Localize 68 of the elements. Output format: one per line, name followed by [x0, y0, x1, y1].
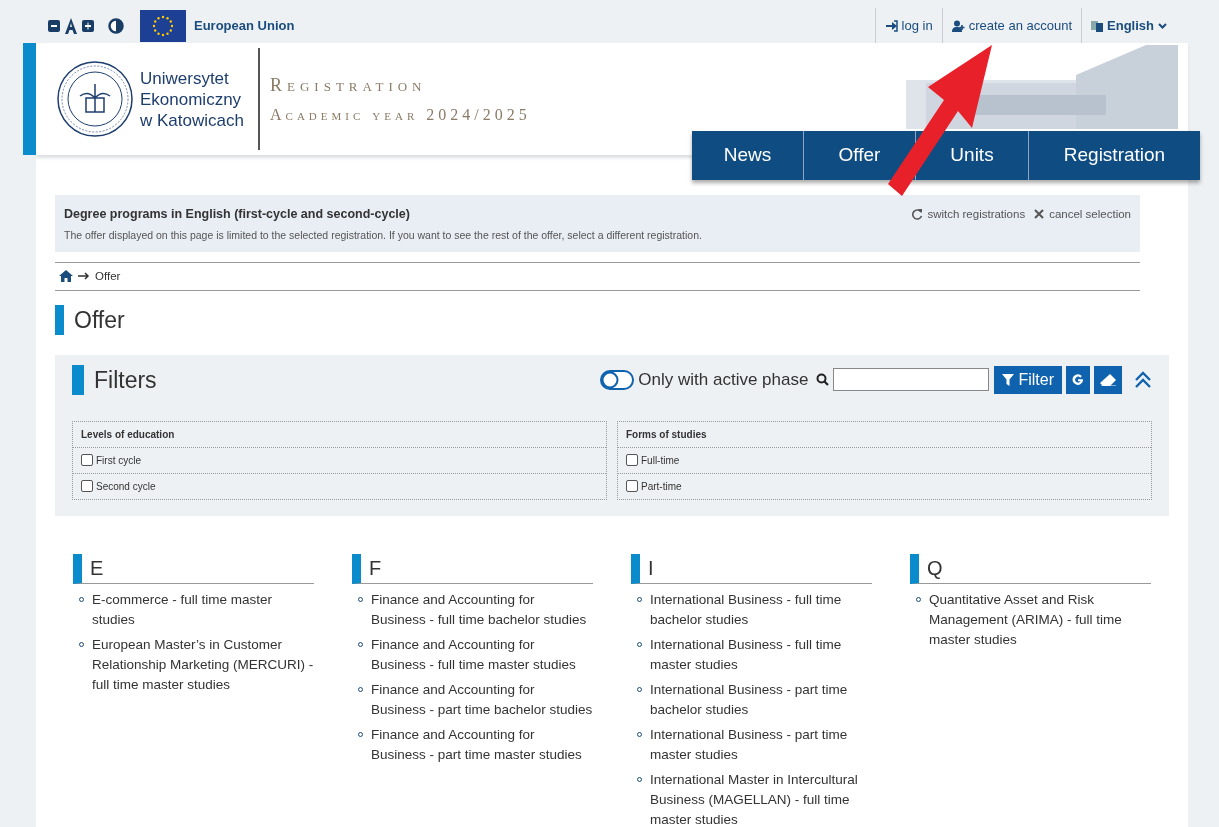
nav-link[interactable]: Registration: [1063, 141, 1166, 170]
close-icon: [1033, 208, 1046, 221]
letter-heading: E: [73, 553, 314, 584]
checkbox[interactable]: [81, 454, 93, 467]
page-title: Offer: [55, 304, 1188, 335]
user-plus-icon: [951, 19, 965, 32]
program-link[interactable]: International Business - part time bachelor studies: [650, 679, 872, 720]
university-name: Uniwersytet Ekonomiczny w Katowicach: [140, 67, 245, 131]
cancel-selection-link[interactable]: cancel selection: [1033, 205, 1131, 224]
program-link[interactable]: Finance and Accounting for Business - full time bachelor studies: [371, 589, 593, 630]
nav-link[interactable]: Offer: [838, 141, 881, 170]
contrast-icon[interactable]: [108, 17, 124, 34]
program-link[interactable]: International Business - part time master studies: [650, 724, 872, 765]
academic-year-subtitle: Academic year 2024/2025: [270, 104, 531, 125]
translate-icon: [1091, 19, 1104, 32]
notice-text: The offer displayed on this page is limited to the selected registration. If you want to see the rest of the offer, select a different registration.: [64, 227, 703, 243]
collapse-icon[interactable]: [1134, 370, 1152, 389]
university-seal-icon: [56, 60, 134, 138]
language-dropdown[interactable]: English: [1091, 15, 1167, 36]
switch-registrations-link[interactable]: switch registrations: [911, 205, 1026, 224]
eraser-icon: [1100, 373, 1116, 386]
filter-group-title: Levels of education: [81, 427, 175, 442]
checkbox-label: Second cycle: [96, 479, 156, 494]
program-link[interactable]: International Master in Intercultural Business (MAGELLAN) - full time master studies: [650, 769, 872, 827]
checkbox-label: Part-time: [641, 479, 682, 494]
filter-group-title: Forms of studies: [626, 427, 707, 442]
clear-button[interactable]: [1094, 365, 1122, 394]
home-icon[interactable]: [59, 270, 73, 283]
caret-icon: [1158, 22, 1167, 29]
funnel-icon: [1002, 373, 1015, 386]
filter-button[interactable]: Filter: [994, 365, 1062, 394]
checkbox[interactable]: [626, 454, 638, 467]
checkbox[interactable]: [626, 480, 638, 493]
program-link[interactable]: Quantitative Asset and Risk Management (ARIMA) - full time master studies: [929, 589, 1151, 650]
search-icon: [816, 373, 830, 387]
letter-heading: F: [352, 553, 593, 584]
search-field[interactable]: [833, 368, 990, 392]
letter-heading: I: [631, 553, 872, 584]
create-account-link[interactable]: create an account: [951, 15, 1073, 36]
nav-link[interactable]: Units: [950, 141, 994, 170]
program-link[interactable]: Finance and Accounting for Business - part time master studies: [371, 724, 593, 765]
program-link[interactable]: International Business - full time master studies: [650, 634, 872, 675]
google-button[interactable]: [1066, 365, 1090, 394]
arrow-right-icon: [78, 272, 90, 281]
program-link[interactable]: International Business - full time bachelor studies: [650, 589, 872, 630]
toggle-switch[interactable]: [600, 369, 635, 390]
program-link[interactable]: Finance and Accounting for Business - part time bachelor studies: [371, 679, 593, 720]
increase-font-icon[interactable]: [82, 19, 94, 32]
decrease-font-icon[interactable]: [48, 19, 60, 32]
program-link[interactable]: Finance and Accounting for Business - full time master studies: [371, 634, 593, 675]
breadcrumb-item[interactable]: Offer: [95, 267, 121, 285]
program-link[interactable]: European Master’s in Customer Relationship Marketing (MERCURI) - full time master studies: [92, 634, 314, 695]
checkbox-label: First cycle: [96, 453, 141, 468]
registration-title: Registration: [270, 73, 428, 97]
login-link[interactable]: log in: [884, 15, 933, 36]
google-icon: [1072, 372, 1084, 387]
letter-heading: Q: [910, 553, 1151, 584]
refresh-icon: [911, 208, 924, 221]
nav-link[interactable]: News: [723, 141, 772, 170]
checkbox[interactable]: [81, 480, 93, 493]
checkbox-label: Full-time: [641, 453, 680, 468]
program-link[interactable]: E-commerce - full time master studies: [92, 589, 314, 630]
eu-label: European Union: [194, 16, 295, 35]
login-icon: [884, 19, 898, 32]
eu-flag-icon: [140, 9, 186, 42]
toggle-label: Only with active phase: [638, 369, 809, 391]
font-size-icon: [64, 17, 78, 34]
notice-title: Degree programs in English (first-cycle and second-cycle): [64, 206, 410, 223]
